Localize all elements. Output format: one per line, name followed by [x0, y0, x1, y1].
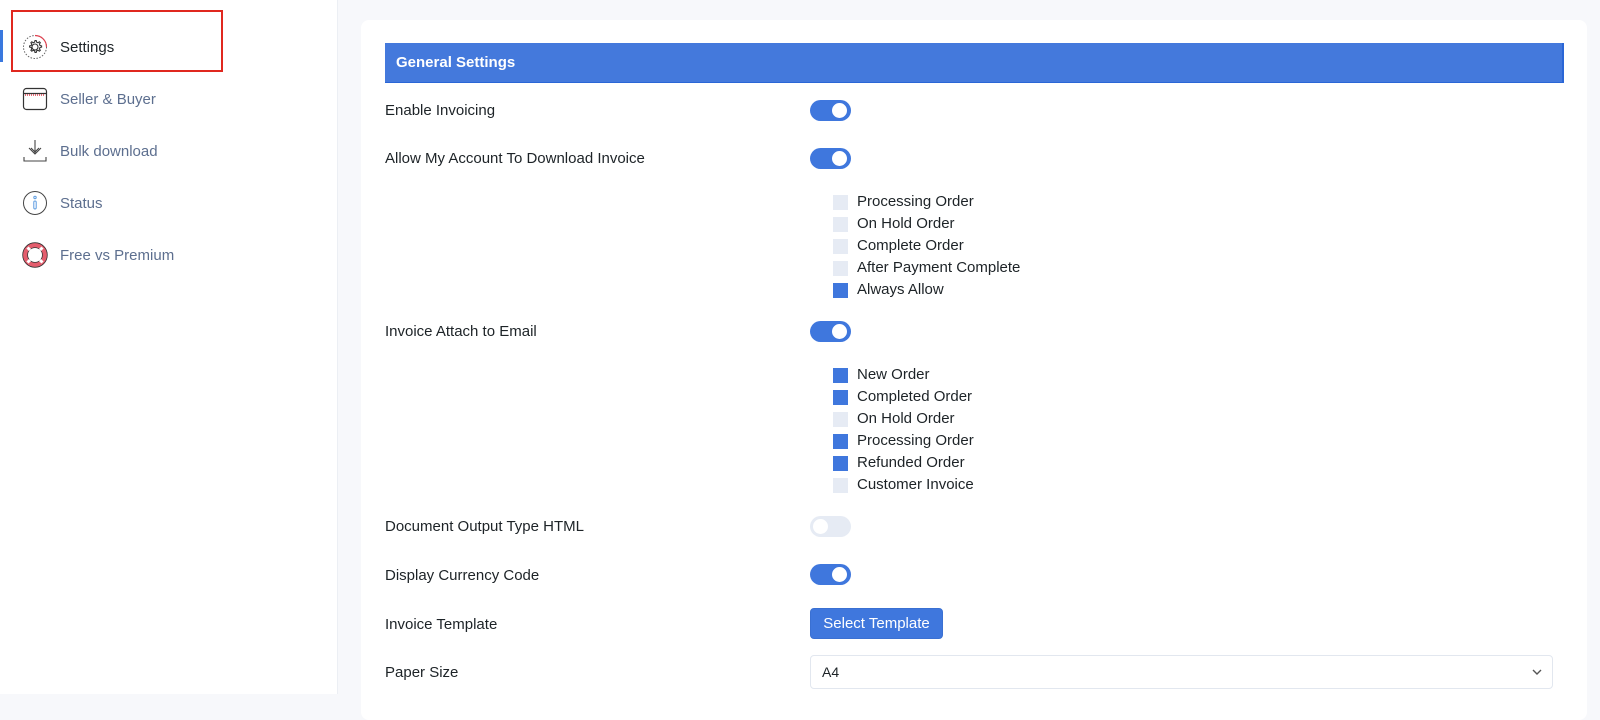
checkbox-label: On Hold Order — [857, 214, 955, 232]
sidebar-item-label: Free vs Premium — [60, 246, 175, 264]
checkbox[interactable] — [833, 456, 848, 471]
paper-size-label: Paper Size — [385, 664, 459, 681]
checkbox-label: After Payment Complete — [857, 258, 1021, 276]
checkbox[interactable] — [833, 478, 848, 493]
download-option-on-hold-order[interactable]: On Hold Order — [833, 213, 955, 233]
attach-email-toggle[interactable] — [810, 321, 851, 342]
checkbox[interactable] — [833, 390, 848, 405]
checkbox[interactable] — [833, 217, 848, 232]
section-title: General Settings — [396, 54, 516, 71]
checkbox[interactable] — [833, 283, 848, 298]
checkbox-label: Completed Order — [857, 387, 973, 405]
sidebar-item-label: Seller & Buyer — [60, 90, 156, 108]
select-template-button[interactable]: Select Template — [810, 608, 943, 639]
info-icon — [21, 189, 49, 217]
currency-code-toggle[interactable] — [810, 564, 851, 585]
checkbox[interactable] — [833, 261, 848, 276]
output-html-toggle[interactable] — [810, 516, 851, 537]
sidebar: Settings Seller & Buyer Bulk download St… — [0, 0, 338, 694]
sidebar-item-label: Status — [60, 194, 103, 212]
checkbox[interactable] — [833, 195, 848, 210]
allow-download-toggle[interactable] — [810, 148, 851, 169]
download-icon — [21, 137, 49, 165]
checkbox-label: Customer Invoice — [857, 475, 974, 493]
section-header: General Settings — [385, 43, 1564, 83]
checkbox[interactable] — [833, 368, 848, 383]
sidebar-item-settings[interactable]: Settings — [0, 21, 338, 73]
email-option-refunded-order[interactable]: Refunded Order — [833, 452, 965, 472]
checkbox-label: Always Allow — [857, 280, 944, 298]
sidebar-item-seller-buyer[interactable]: Seller & Buyer — [0, 73, 338, 125]
toggle-knob — [832, 324, 847, 339]
checkbox-label: Processing Order — [857, 192, 974, 210]
attach-email-label: Invoice Attach to Email — [385, 323, 537, 340]
enable-invoicing-label: Enable Invoicing — [385, 102, 496, 119]
sidebar-item-label: Bulk download — [60, 142, 158, 160]
invoice-template-label: Invoice Template — [385, 616, 498, 633]
email-option-on-hold-order[interactable]: On Hold Order — [833, 408, 955, 428]
toggle-knob — [813, 519, 828, 534]
email-option-customer-invoice[interactable]: Customer Invoice — [833, 474, 974, 494]
checkbox-label: Refunded Order — [857, 453, 965, 471]
currency-code-label: Display Currency Code — [385, 567, 540, 584]
output-html-label: Document Output Type HTML — [385, 518, 584, 535]
checkbox[interactable] — [833, 239, 848, 254]
gear-icon — [21, 33, 49, 61]
email-option-completed-order[interactable]: Completed Order — [833, 386, 972, 406]
checkbox-label: New Order — [857, 365, 930, 383]
checkbox-label: Processing Order — [857, 431, 974, 449]
toggle-knob — [832, 103, 847, 118]
checkbox-label: On Hold Order — [857, 409, 955, 427]
store-icon — [21, 85, 49, 113]
toggle-knob — [832, 151, 847, 166]
sidebar-item-free-vs-premium[interactable]: Free vs Premium — [0, 229, 338, 281]
toggle-knob — [832, 567, 847, 582]
email-option-new-order[interactable]: New Order — [833, 364, 930, 384]
checkbox-label: Complete Order — [857, 236, 964, 254]
sidebar-item-bulk-download[interactable]: Bulk download — [0, 125, 338, 177]
sidebar-item-status[interactable]: Status — [0, 177, 338, 229]
lifebuoy-icon — [21, 241, 49, 269]
checkbox[interactable] — [833, 412, 848, 427]
sidebar-item-label: Settings — [60, 38, 115, 56]
download-option-after-payment-complete[interactable]: After Payment Complete — [833, 257, 1020, 277]
paper-size-value: A4 — [822, 664, 840, 680]
checkbox[interactable] — [833, 434, 848, 449]
paper-size-select[interactable]: A4 — [810, 655, 1553, 689]
settings-card — [361, 20, 1587, 720]
email-option-processing-order[interactable]: Processing Order — [833, 430, 974, 450]
chevron-down-icon — [1530, 665, 1544, 679]
download-option-complete-order[interactable]: Complete Order — [833, 235, 964, 255]
enable-invoicing-toggle[interactable] — [810, 100, 851, 121]
download-option-always-allow[interactable]: Always Allow — [833, 279, 944, 299]
download-option-processing-order[interactable]: Processing Order — [833, 191, 974, 211]
allow-download-label: Allow My Account To Download Invoice — [385, 150, 645, 167]
